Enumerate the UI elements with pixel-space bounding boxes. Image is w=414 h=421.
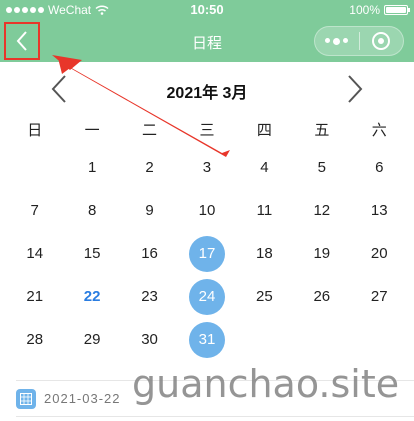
day-number: 23	[141, 288, 158, 305]
day-cell[interactable]: 8	[63, 189, 120, 232]
weekday-header: 日 一 二 三 四 五 六	[6, 116, 408, 146]
day-cell[interactable]: 27	[351, 275, 408, 318]
mini-program-capsule	[314, 26, 404, 56]
day-cell[interactable]: 28	[6, 318, 63, 361]
day-cell[interactable]: 30	[121, 318, 178, 361]
calendar-grid: 日 一 二 三 四 五 六 1 2 3 4 5 6 7 8 9 10 11 12 13 14 15 16 17 1…	[6, 116, 408, 361]
next-month-button[interactable]	[340, 72, 370, 106]
day-number: 9	[145, 202, 154, 219]
calendar-icon	[16, 388, 36, 409]
day-cell[interactable]: 31	[178, 318, 235, 361]
day-cell[interactable]: 4	[236, 146, 293, 189]
day-number: 22	[83, 288, 101, 305]
day-number: 13	[370, 202, 388, 219]
day-number: 26	[313, 288, 331, 305]
close-mini-program-button[interactable]	[359, 32, 403, 50]
day-cell[interactable]: 16	[121, 232, 178, 275]
day-number: 25	[256, 288, 273, 305]
target-icon	[372, 32, 391, 50]
day-number: 6	[375, 159, 384, 176]
chevron-right-icon	[348, 75, 363, 103]
day-number: 28	[26, 331, 44, 348]
day-cell[interactable]: 18	[236, 232, 293, 275]
more-options-button[interactable]	[315, 37, 359, 45]
weekday-label: 六	[371, 122, 387, 139]
day-number: 24	[188, 278, 225, 315]
day-cell[interactable]: 12	[293, 189, 350, 232]
day-number: 17	[188, 235, 225, 272]
day-cell[interactable]: 22	[63, 275, 120, 318]
day-cell[interactable]: 26	[293, 275, 350, 318]
day-cell[interactable]: 7	[6, 189, 63, 232]
weekday-label: 三	[199, 122, 215, 139]
day-number: 10	[198, 202, 216, 219]
status-right: 100%	[349, 3, 410, 17]
day-cell[interactable]: 17	[178, 232, 235, 275]
day-number: 21	[26, 288, 44, 305]
day-cell[interactable]: 9	[121, 189, 178, 232]
day-grid: 1 2 3 4 5 6 7 8 9 10 11 12 13 14 15 16 17 18 19 20 21 22 23 24 2…	[6, 146, 408, 361]
nav-bar: 日程	[0, 20, 414, 62]
day-number	[17, 150, 53, 186]
day-cell[interactable]: 10	[178, 189, 235, 232]
day-number: 11	[256, 202, 273, 219]
divider	[16, 416, 414, 417]
day-number: 15	[83, 245, 101, 262]
day-number: 20	[370, 245, 388, 262]
empty-day-cell	[6, 146, 63, 189]
day-number: 31	[188, 321, 225, 358]
day-number: 2	[145, 159, 154, 176]
weekday-label: 一	[84, 122, 100, 139]
day-cell[interactable]: 6	[351, 146, 408, 189]
day-cell[interactable]: 15	[63, 232, 120, 275]
day-number: 27	[370, 288, 388, 305]
watermark: guanchao.site	[132, 362, 400, 406]
day-cell[interactable]: 23	[121, 275, 178, 318]
month-header: 2021年 3月	[0, 62, 414, 116]
day-number: 29	[83, 331, 101, 348]
status-bar: WeChat 10:50 100%	[0, 0, 414, 20]
battery-icon	[384, 5, 410, 15]
day-cell[interactable]: 21	[6, 275, 63, 318]
weekday-label: 日	[27, 122, 43, 139]
day-cell[interactable]: 24	[178, 275, 235, 318]
day-cell[interactable]: 11	[236, 189, 293, 232]
day-number: 16	[141, 245, 158, 262]
day-number: 7	[30, 202, 39, 219]
day-number: 3	[202, 159, 212, 176]
weekday-label: 四	[256, 122, 272, 139]
event-date: 2021-03-22	[44, 391, 121, 406]
day-cell[interactable]: 13	[351, 189, 408, 232]
day-number: 14	[26, 245, 44, 262]
weekday-label: 二	[142, 122, 158, 139]
day-cell[interactable]: 19	[293, 232, 350, 275]
day-cell[interactable]: 3	[178, 146, 235, 189]
day-number: 30	[141, 331, 158, 348]
day-number: 8	[87, 202, 97, 219]
day-cell[interactable]: 25	[236, 275, 293, 318]
day-cell[interactable]: 14	[6, 232, 63, 275]
day-number: 19	[313, 245, 331, 262]
day-number: 1	[87, 159, 97, 176]
day-number: 12	[313, 202, 331, 219]
day-cell[interactable]: 2	[121, 146, 178, 189]
day-cell[interactable]: 29	[63, 318, 120, 361]
battery-percent: 100%	[349, 3, 380, 17]
day-number: 5	[317, 159, 326, 176]
day-cell[interactable]: 5	[293, 146, 350, 189]
day-cell[interactable]: 1	[63, 146, 120, 189]
day-number: 18	[256, 245, 273, 262]
day-number: 4	[260, 159, 269, 176]
weekday-label: 五	[314, 122, 330, 139]
day-cell[interactable]: 20	[351, 232, 408, 275]
